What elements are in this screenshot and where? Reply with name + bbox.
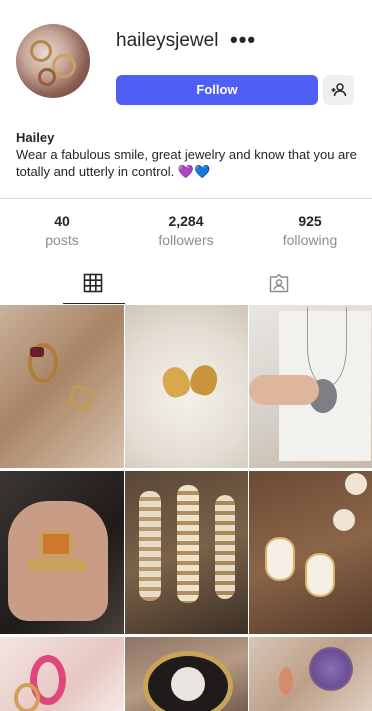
- ring-band-shape: [28, 559, 86, 571]
- flower-motif-shape: [171, 667, 205, 701]
- stat-label: following: [282, 232, 338, 248]
- stat-value: 40: [54, 213, 70, 229]
- avatar-ring-shape: [38, 68, 56, 86]
- avatar-ring-shape: [30, 40, 52, 62]
- stat-value: 925: [298, 213, 322, 229]
- bio-emojis: 💜💙: [177, 164, 211, 179]
- add-user-button[interactable]: [323, 75, 354, 105]
- stat-posts[interactable]: 40 posts: [0, 207, 124, 265]
- follow-button[interactable]: Follow: [116, 75, 318, 105]
- finger-shape: [249, 375, 319, 405]
- post-thumbnail[interactable]: [0, 471, 124, 634]
- post-thumbnail[interactable]: [125, 471, 248, 634]
- earring-drop-shape: [279, 667, 293, 695]
- gem-cluster-shape: [309, 647, 353, 691]
- heart-earring-shape: [158, 363, 194, 401]
- earring-cluster-shape: [139, 491, 161, 601]
- stat-value: 2,284: [168, 213, 204, 229]
- earring-cluster-shape: [215, 495, 235, 599]
- heart-earring-shape: [187, 362, 221, 398]
- profile-header: haileysjewel ••• Follow: [0, 0, 372, 130]
- profile-bio: Hailey Wear a fabulous smile, great jewe…: [16, 129, 360, 180]
- profile-tabs: [0, 262, 372, 304]
- post-thumbnail[interactable]: [0, 637, 124, 711]
- ring-shape: [66, 383, 96, 413]
- posts-grid: [0, 305, 372, 711]
- profile-username: haileysjewel: [116, 30, 219, 51]
- tab-posts-grid[interactable]: [0, 262, 186, 304]
- citrine-gem-shape: [40, 531, 72, 557]
- profile-avatar[interactable]: [16, 24, 90, 98]
- enamel-earring-shape: [305, 553, 335, 597]
- post-thumbnail[interactable]: [249, 471, 372, 634]
- stat-label: followers: [158, 232, 214, 248]
- enamel-earring-shape: [265, 537, 295, 581]
- grid-icon: [83, 273, 103, 293]
- stat-followers[interactable]: 2,284 followers: [124, 207, 248, 265]
- person-add-icon: [331, 83, 346, 97]
- gem-shape: [30, 347, 44, 357]
- chain-shape: [307, 307, 347, 387]
- post-thumbnail[interactable]: [249, 637, 372, 711]
- bead-shape: [345, 473, 367, 495]
- profile-stats: 40 posts 2,284 followers 925 following: [0, 207, 372, 265]
- hoop-earring-shape: [14, 683, 40, 711]
- post-thumbnail[interactable]: [0, 305, 124, 468]
- post-thumbnail[interactable]: [125, 305, 248, 468]
- stat-following[interactable]: 925 following: [248, 207, 372, 265]
- tab-tagged[interactable]: [186, 262, 372, 304]
- post-thumbnail[interactable]: [125, 637, 248, 711]
- bead-shape: [333, 509, 355, 531]
- stat-label: posts: [45, 232, 79, 248]
- tagged-icon: [269, 273, 289, 293]
- earring-cluster-shape: [177, 485, 199, 603]
- post-thumbnail[interactable]: [249, 305, 372, 468]
- divider: [0, 198, 372, 199]
- profile-name: Hailey: [16, 130, 55, 145]
- more-options-icon[interactable]: •••: [230, 29, 256, 51]
